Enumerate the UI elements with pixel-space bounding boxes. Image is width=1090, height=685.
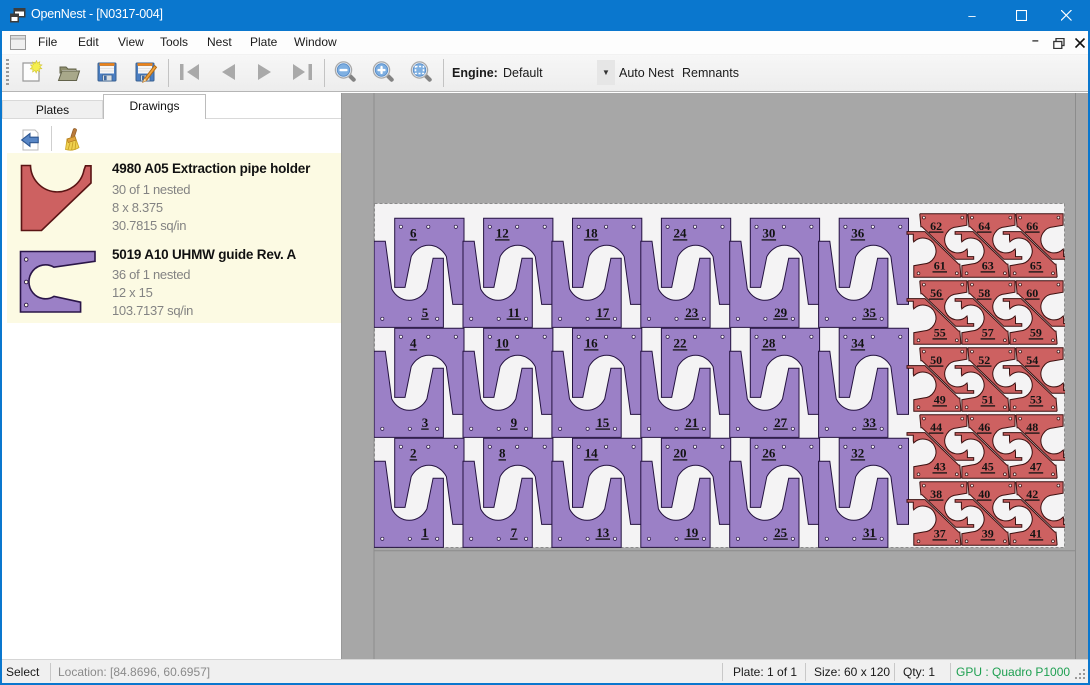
svg-text:2: 2 [410, 446, 417, 461]
svg-text:64: 64 [978, 219, 990, 233]
svg-text:23: 23 [685, 305, 699, 320]
svg-text:40: 40 [978, 487, 990, 501]
svg-text:47: 47 [1030, 460, 1042, 474]
svg-text:30: 30 [762, 226, 775, 241]
svg-text:9: 9 [511, 415, 518, 430]
svg-text:14: 14 [585, 446, 599, 461]
svg-text:35: 35 [863, 305, 877, 320]
svg-text:19: 19 [685, 525, 699, 540]
svg-text:48: 48 [1026, 420, 1038, 434]
svg-text:11: 11 [508, 305, 520, 320]
svg-text:21: 21 [685, 415, 698, 430]
svg-text:66: 66 [1026, 219, 1038, 233]
svg-text:31: 31 [863, 525, 876, 540]
svg-text:17: 17 [596, 305, 610, 320]
svg-text:22: 22 [674, 336, 687, 351]
svg-text:15: 15 [596, 415, 610, 430]
svg-text:1: 1 [422, 525, 429, 540]
svg-text:25: 25 [774, 525, 788, 540]
svg-text:58: 58 [978, 286, 990, 300]
svg-text:53: 53 [1030, 393, 1042, 407]
svg-text:6: 6 [410, 226, 417, 241]
svg-text:41: 41 [1030, 527, 1042, 541]
svg-text:57: 57 [982, 326, 994, 340]
svg-text:20: 20 [674, 446, 687, 461]
svg-text:29: 29 [774, 305, 788, 320]
svg-text:37: 37 [934, 527, 946, 541]
svg-text:43: 43 [934, 460, 946, 474]
svg-text:55: 55 [934, 326, 946, 340]
svg-text:46: 46 [978, 420, 990, 434]
svg-text:27: 27 [774, 415, 788, 430]
svg-text:49: 49 [934, 393, 946, 407]
svg-text:4: 4 [410, 336, 417, 351]
svg-text:5: 5 [422, 305, 429, 320]
svg-text:26: 26 [762, 446, 776, 461]
svg-text:32: 32 [851, 446, 864, 461]
svg-text:24: 24 [674, 226, 688, 241]
svg-text:65: 65 [1030, 259, 1042, 273]
svg-text:28: 28 [762, 336, 776, 351]
svg-text:60: 60 [1026, 286, 1038, 300]
svg-text:12: 12 [496, 226, 509, 241]
svg-text:44: 44 [930, 420, 942, 434]
svg-text:42: 42 [1026, 487, 1038, 501]
svg-text:7: 7 [511, 525, 518, 540]
svg-text:33: 33 [863, 415, 877, 430]
svg-text:39: 39 [982, 527, 994, 541]
svg-text:18: 18 [585, 226, 599, 241]
svg-text:59: 59 [1030, 326, 1042, 340]
svg-text:3: 3 [422, 415, 429, 430]
svg-text:52: 52 [978, 353, 990, 367]
svg-text:45: 45 [982, 460, 994, 474]
svg-text:16: 16 [585, 336, 599, 351]
svg-text:61: 61 [934, 259, 946, 273]
svg-text:34: 34 [851, 336, 865, 351]
svg-text:36: 36 [851, 226, 865, 241]
svg-text:10: 10 [496, 336, 509, 351]
svg-text:13: 13 [596, 525, 610, 540]
svg-text:38: 38 [930, 487, 942, 501]
svg-text:56: 56 [930, 286, 942, 300]
svg-text:54: 54 [1026, 353, 1038, 367]
svg-text:50: 50 [930, 353, 942, 367]
svg-text:8: 8 [499, 446, 506, 461]
svg-text:62: 62 [930, 219, 942, 233]
svg-text:51: 51 [982, 393, 994, 407]
svg-text:63: 63 [982, 259, 994, 273]
